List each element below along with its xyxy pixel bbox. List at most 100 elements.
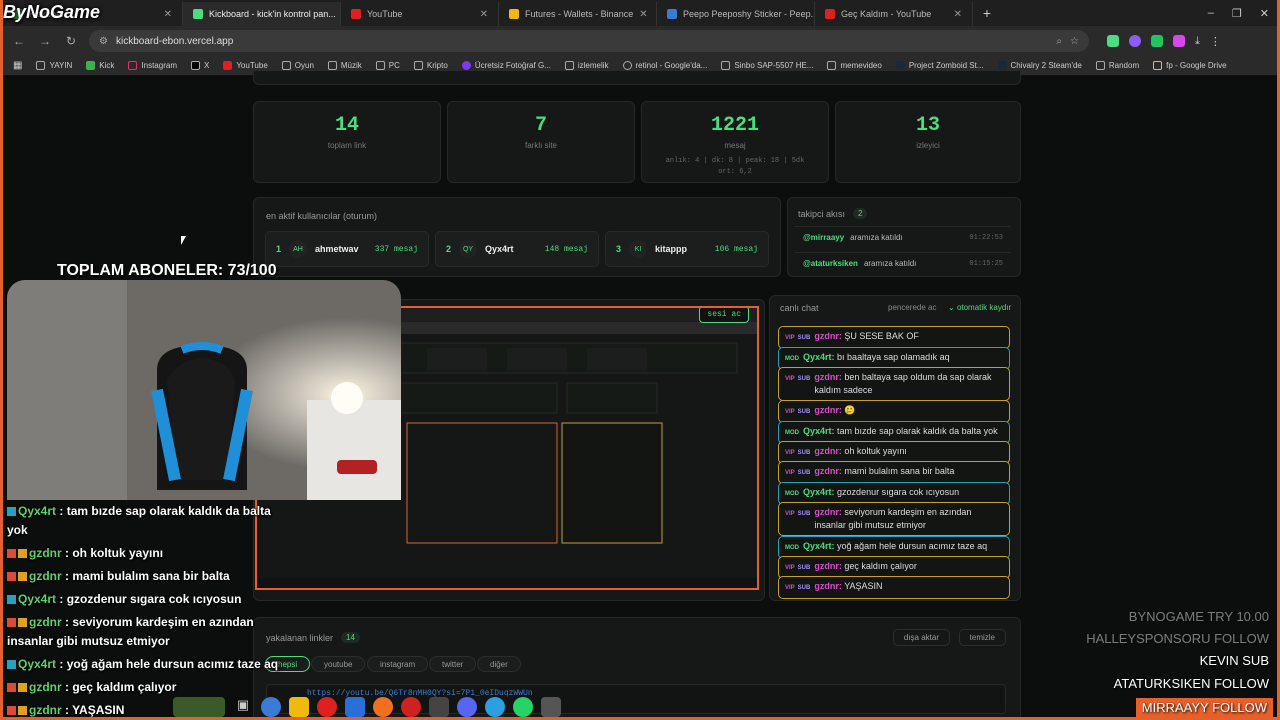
chat-text: tam bızde sap olarak kaldık da balta yok bbox=[837, 426, 998, 436]
bookmark[interactable]: X bbox=[190, 61, 209, 70]
close-icon[interactable]: ✕ bbox=[164, 9, 172, 20]
vip-badge: VIP bbox=[785, 565, 795, 571]
chat-username[interactable]: gzdnr bbox=[814, 466, 839, 476]
user-badges: VIP SUB bbox=[785, 330, 810, 345]
active-user-1[interactable]: 1 AH ahmetwav 337 mesaj bbox=[265, 231, 429, 267]
popout-button[interactable]: pencerede ac bbox=[888, 303, 936, 312]
clear-button[interactable]: temizle bbox=[958, 629, 1006, 646]
bookmark[interactable]: memevideo bbox=[827, 61, 882, 70]
overlay-chat-line: gzdnr : seviyorum kardeşim en azından bbox=[7, 613, 254, 631]
extension-icon[interactable] bbox=[1173, 34, 1185, 47]
whatsapp-icon[interactable] bbox=[513, 697, 533, 717]
bookmark[interactable]: Oyun bbox=[281, 61, 314, 70]
sound-on-button[interactable]: sesi ac bbox=[699, 308, 749, 323]
tab-peepo[interactable]: Peepo Peeposhy Sticker - Peep...✕ bbox=[657, 2, 815, 26]
outlook-icon[interactable] bbox=[345, 697, 365, 717]
sub-badge: SUB bbox=[797, 565, 811, 571]
chat-username[interactable]: gzdnr bbox=[814, 446, 839, 456]
telegram-icon[interactable] bbox=[485, 697, 505, 717]
overlay-chat-text: : YAŞASIN bbox=[65, 703, 125, 717]
bookmark[interactable]: Chivalry 2 Steam'de bbox=[997, 61, 1082, 70]
bookmark[interactable]: Project Zomboid St... bbox=[895, 61, 984, 70]
bookmark[interactable]: retinol - Google'da... bbox=[622, 61, 707, 70]
restore-icon[interactable]: ❐ bbox=[1232, 7, 1242, 20]
filter-twitter[interactable]: twitter bbox=[429, 656, 477, 672]
star-icon[interactable]: ☆ bbox=[1070, 36, 1079, 47]
chat-username[interactable]: gzdnr bbox=[814, 372, 839, 382]
close-icon[interactable]: ✕ bbox=[480, 9, 488, 20]
user-badges: VIP SUB bbox=[785, 371, 810, 397]
chat-separator: : bbox=[838, 405, 842, 415]
extension-icon[interactable] bbox=[1129, 34, 1141, 47]
tab-gec-kaldim[interactable]: Geç Kaldım - YouTube ✕ bbox=[815, 2, 973, 26]
x-icon bbox=[190, 61, 200, 70]
bookmark[interactable]: PC bbox=[375, 61, 400, 70]
bookmark[interactable]: Instagram bbox=[128, 61, 177, 70]
filter-youtube[interactable]: youtube bbox=[311, 656, 366, 672]
chrome-icon[interactable] bbox=[317, 697, 337, 717]
forward-icon[interactable]: → bbox=[37, 34, 53, 48]
export-button[interactable]: dışa aktar bbox=[892, 629, 950, 646]
bookmark[interactable]: Ücretsiz Fotoğraf G... bbox=[461, 61, 551, 70]
crown-icon bbox=[18, 572, 27, 581]
tab-kickboard-panel[interactable]: Kickboard - kick'in kontrol pan...✕ bbox=[183, 2, 341, 26]
close-icon[interactable]: ✕ bbox=[639, 9, 647, 20]
autoscroll-toggle[interactable]: ⌄ otomatik kaydır bbox=[948, 303, 1011, 312]
mod-badge-icon bbox=[7, 507, 16, 516]
bookmark[interactable]: Müzik bbox=[327, 61, 362, 70]
reload-icon[interactable]: ↻ bbox=[63, 34, 79, 48]
bookmark[interactable]: Kick bbox=[86, 61, 114, 70]
chrome-active-icon[interactable] bbox=[541, 697, 561, 717]
address-bar[interactable]: ⚙ kickboard-ebon.vercel.app ⌕ ☆ bbox=[89, 30, 1089, 52]
close-window-icon[interactable]: ✕ bbox=[1260, 7, 1269, 20]
new-tab-button[interactable]: + bbox=[979, 5, 995, 21]
opera-icon[interactable] bbox=[401, 697, 421, 717]
chat-username[interactable]: gzdnr bbox=[814, 405, 839, 415]
bookmark[interactable]: Kripto bbox=[413, 61, 448, 70]
game-thumbnail-icon[interactable] bbox=[173, 697, 225, 717]
menu-icon[interactable]: ⋮ bbox=[1210, 35, 1221, 48]
extension-icon[interactable] bbox=[1151, 34, 1163, 47]
overlay-chat-user: Qyx4rt bbox=[18, 657, 57, 671]
overlay-chat-line: gzdnr : mami bulalım sana bir balta bbox=[7, 567, 230, 585]
app-icon[interactable] bbox=[429, 697, 449, 717]
active-user-3[interactable]: 3 KI kitappp 106 mesaj bbox=[605, 231, 769, 267]
chat-username[interactable]: Qyx4rt bbox=[803, 541, 832, 551]
site-info-icon[interactable]: ⚙ bbox=[99, 36, 108, 47]
filter-other[interactable]: diğer bbox=[477, 656, 521, 672]
sub-badge: SUB bbox=[797, 585, 811, 591]
apps-icon[interactable]: ▦ bbox=[13, 60, 22, 71]
overlay-chat-line: gzdnr : YAŞASIN bbox=[7, 701, 125, 717]
bookmark[interactable]: YAYIN bbox=[36, 61, 72, 70]
chat-separator: : bbox=[838, 331, 842, 341]
chat-username[interactable]: gzdnr bbox=[814, 581, 839, 591]
download-icon[interactable]: ⤓ bbox=[1195, 35, 1200, 48]
chat-username[interactable]: gzdnr bbox=[814, 561, 839, 571]
chat-username[interactable]: Qyx4rt bbox=[803, 487, 832, 497]
file-explorer-icon[interactable] bbox=[289, 697, 309, 717]
minimize-icon[interactable]: – bbox=[1208, 7, 1214, 20]
extension-icon[interactable] bbox=[1107, 34, 1119, 47]
youtube-icon bbox=[223, 61, 233, 70]
close-icon[interactable]: ✕ bbox=[954, 9, 962, 20]
bookmark[interactable]: YouTube bbox=[223, 61, 268, 70]
bookmark[interactable]: fp - Google Drive bbox=[1153, 61, 1227, 70]
chat-username[interactable]: gzdnr bbox=[814, 507, 839, 517]
filter-instagram[interactable]: instagram bbox=[367, 656, 429, 672]
chat-username[interactable]: gzdnr bbox=[814, 331, 839, 341]
zoom-icon[interactable]: ⌕ bbox=[1056, 36, 1062, 47]
active-user-2[interactable]: 2 QY Qyx4rt 148 mesaj bbox=[435, 231, 599, 267]
back-icon[interactable]: ← bbox=[11, 34, 27, 48]
discord-icon[interactable] bbox=[457, 697, 477, 717]
bookmark[interactable]: izlemelik bbox=[564, 61, 609, 70]
chat-username[interactable]: Qyx4rt bbox=[803, 352, 832, 362]
bookmark[interactable]: Random bbox=[1095, 61, 1139, 70]
copilot-icon[interactable] bbox=[261, 697, 281, 717]
chat-username[interactable]: Qyx4rt bbox=[803, 426, 832, 436]
task-view-icon[interactable]: ▣ bbox=[233, 697, 253, 717]
tab-binance[interactable]: Futures - Wallets - Binance ✕ bbox=[499, 2, 657, 26]
tab-youtube[interactable]: YouTube ✕ bbox=[341, 2, 499, 26]
sub-badge: SUB bbox=[797, 470, 811, 476]
firefox-icon[interactable] bbox=[373, 697, 393, 717]
bookmark[interactable]: Sinbo SAP-5507 HE... bbox=[721, 61, 813, 70]
